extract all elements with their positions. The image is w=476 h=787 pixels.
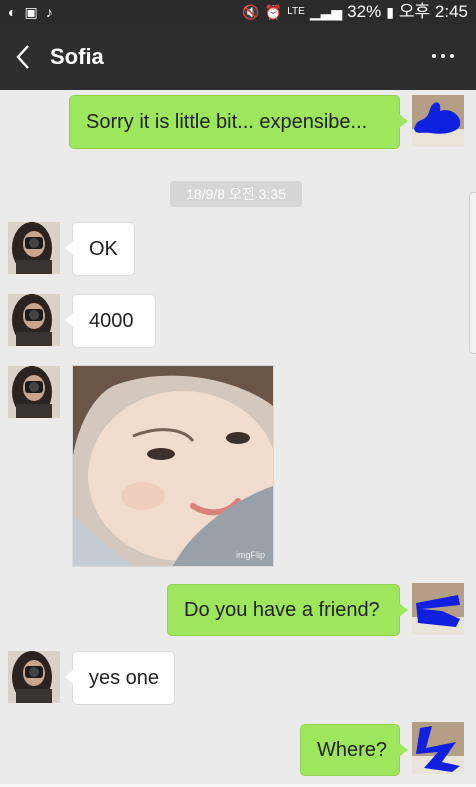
message-text: yes one [89, 666, 160, 689]
image-watermark: imgFlip [235, 550, 265, 560]
received-message-bubble[interactable]: 4000 [65, 294, 156, 348]
contact-name: Sofia [50, 44, 104, 69]
contact-avatar[interactable] [8, 222, 60, 274]
clock: 오후 2:45 [398, 2, 468, 21]
gallery-notification-icon: ▣ [24, 4, 38, 20]
my-avatar[interactable] [412, 722, 464, 774]
signal-icon: ▁▃▅ [309, 4, 343, 20]
messenger-notification-icon: ◐ [8, 4, 17, 20]
received-message-bubble[interactable]: yes one [65, 651, 175, 705]
message-text: OK [89, 237, 118, 260]
contact-avatar[interactable] [8, 651, 60, 703]
chat-header: Sofia [0, 24, 476, 90]
network-type: LTE [287, 6, 305, 17]
alarm-icon: ⏰ [264, 4, 283, 20]
my-avatar[interactable] [412, 583, 464, 635]
status-bar: ◐ ▣ ♪ 🔇 ⏰ LTE ▁▃▅ 32% ▮ 오후 2:45 [0, 0, 476, 24]
mute-icon: 🔇 [242, 4, 260, 20]
my-avatar[interactable] [412, 95, 464, 147]
received-message-bubble[interactable]: OK [65, 222, 135, 276]
music-notification-icon: ♪ [45, 4, 53, 20]
message-text: 4000 [89, 309, 134, 332]
more-options-icon[interactable] [432, 54, 454, 58]
sent-message-bubble[interactable]: Sorry it is little bit... expensibe... [69, 95, 408, 149]
image-message[interactable]: imgFlip [72, 365, 274, 567]
scrollbar[interactable] [469, 192, 476, 354]
message-text: Do you have a friend? [184, 598, 380, 621]
timestamp-divider: 18/9/8 오전 3:35 [170, 181, 302, 207]
battery-percent: 32% [347, 2, 382, 21]
sent-message-bubble[interactable]: Where? [300, 724, 408, 776]
battery-icon: ▮ [386, 4, 394, 20]
back-arrow-icon[interactable] [12, 42, 36, 72]
contact-avatar[interactable] [8, 366, 60, 418]
sent-message-bubble[interactable]: Do you have a friend? [167, 584, 408, 636]
contact-avatar[interactable] [8, 294, 60, 346]
message-text: Where? [317, 738, 388, 761]
message-text: Sorry it is little bit... expensibe... [86, 110, 368, 133]
